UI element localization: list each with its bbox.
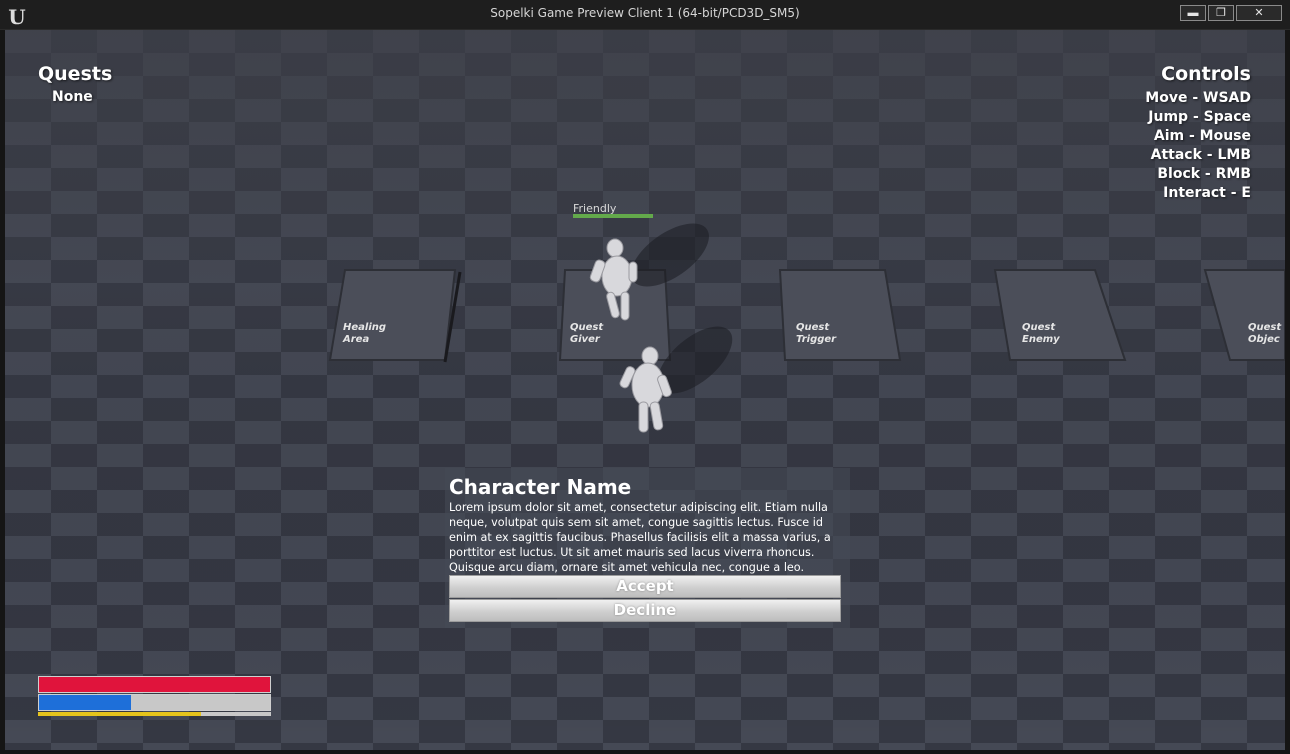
- world-label-quest-enemy: Quest Enemy: [1022, 322, 1060, 346]
- maximize-button[interactable]: ❐: [1208, 5, 1234, 21]
- control-move: Move - WSAD: [1145, 90, 1251, 106]
- control-interact: Interact - E: [1163, 185, 1251, 201]
- world-label-healing-area: Healing Area: [343, 322, 386, 346]
- player-status-bars: [38, 676, 271, 716]
- mana-bar: [38, 694, 271, 711]
- mana-bar-fill: [39, 695, 132, 710]
- control-attack: Attack - LMB: [1150, 147, 1251, 163]
- quests-heading: Quests: [38, 63, 113, 85]
- stamina-bar: [38, 712, 271, 716]
- control-block: Block - RMB: [1157, 166, 1251, 182]
- quests-value: None: [52, 89, 93, 105]
- control-jump: Jump - Space: [1148, 109, 1251, 125]
- controls-panel: Controls Move - WSAD Jump - Space Aim - …: [1145, 63, 1251, 203]
- world-label-line: Giver: [570, 334, 600, 345]
- world-label-line: Quest: [570, 322, 604, 333]
- minimize-button[interactable]: ▬: [1180, 5, 1206, 21]
- stamina-bar-fill: [38, 712, 202, 716]
- game-viewport[interactable]: Healing Area Quest Giver Quest Trigger Q…: [5, 30, 1285, 750]
- world-label-line: Area: [343, 334, 370, 345]
- world-label-quest-objective: Quest Objec: [1248, 322, 1281, 346]
- window-title: Sopelki Game Preview Client 1 (64-bit/PC…: [490, 6, 800, 20]
- close-button[interactable]: ✕: [1236, 5, 1282, 21]
- accept-button[interactable]: Accept: [449, 575, 841, 598]
- world-label-line: Quest: [796, 322, 830, 333]
- game-scene: [5, 30, 1285, 750]
- world-label-line: Enemy: [1022, 334, 1060, 345]
- dialog-character-name: Character Name: [449, 475, 632, 499]
- health-bar: [38, 676, 271, 693]
- dialog-panel: Character Name Lorem ipsum dolor sit ame…: [445, 468, 850, 628]
- npc-health-bar: [573, 214, 653, 218]
- world-label-line: Quest: [1022, 322, 1056, 333]
- world-label-quest-trigger: Quest Trigger: [796, 322, 836, 346]
- world-label-line: Quest: [1248, 322, 1282, 333]
- world-label-line: Trigger: [796, 334, 837, 345]
- window-controls: ▬ ❐ ✕: [1180, 5, 1282, 21]
- controls-heading: Controls: [1161, 63, 1251, 85]
- control-aim: Aim - Mouse: [1153, 128, 1251, 144]
- decline-button[interactable]: Decline: [449, 599, 841, 622]
- world-label-line: Objec: [1248, 334, 1280, 345]
- world-label-quest-giver: Quest Giver: [570, 322, 603, 346]
- quests-panel: Quests None: [38, 63, 112, 105]
- world-label-line: Healing: [343, 322, 387, 333]
- window-titlebar[interactable]: U Sopelki Game Preview Client 1 (64-bit/…: [0, 0, 1290, 30]
- dialog-text: Lorem ipsum dolor sit amet, consectetur …: [449, 501, 831, 574]
